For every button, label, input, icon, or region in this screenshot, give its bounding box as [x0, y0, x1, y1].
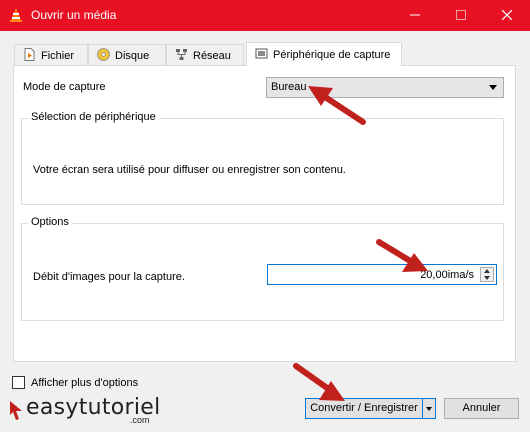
watermark: easytutoriel .com: [8, 395, 188, 427]
cancel-label: Annuler: [462, 402, 501, 414]
disc-icon: [97, 48, 110, 61]
device-description: Votre écran sera utilisé pour diffuser o…: [33, 164, 346, 176]
capture-mode-value: Bureau: [271, 81, 307, 93]
tab-fichier[interactable]: Fichier: [14, 44, 88, 65]
title-bar: Ouvrir un média: [0, 0, 530, 31]
options-group: Options Débit d'images pour la capture. …: [21, 216, 504, 321]
pointer-logo-icon: [10, 401, 22, 420]
tab-disque[interactable]: Disque: [88, 44, 166, 65]
network-icon: [176, 49, 187, 60]
chevron-down-icon[interactable]: [484, 276, 490, 280]
close-button[interactable]: [484, 0, 530, 31]
show-more-options-checkbox[interactable]: [12, 376, 25, 389]
tab-peripherique-de-capture[interactable]: Périphérique de capture: [246, 42, 402, 66]
show-more-options-label: Afficher plus d'options: [31, 377, 139, 389]
cancel-button[interactable]: Annuler: [444, 398, 519, 419]
frame-rate-label: Débit d'images pour la capture.: [33, 271, 185, 283]
annotation-arrow-icon: [293, 363, 345, 401]
maximize-button[interactable]: [438, 0, 484, 31]
convert-dropdown-button[interactable]: [422, 398, 436, 419]
convert-save-label: Convertir / Enregistrer: [310, 402, 418, 414]
frame-rate-spinbox[interactable]: 20,00ima/s: [267, 264, 497, 285]
window-title: Ouvrir un média: [31, 8, 117, 22]
chevron-down-icon: [489, 85, 497, 90]
options-title: Options: [28, 216, 72, 228]
capture-device-icon: [255, 48, 268, 59]
device-selection-title: Sélection de périphérique: [28, 111, 159, 123]
vlc-cone-icon: [10, 8, 22, 22]
chevron-down-icon: [426, 407, 432, 411]
watermark-suffix: .com: [130, 415, 150, 425]
maximize-icon: [456, 10, 466, 20]
tab-label: Périphérique de capture: [273, 49, 391, 61]
tab-label: Disque: [115, 50, 150, 62]
device-selection-group: Sélection de périphérique Votre écran se…: [21, 111, 504, 205]
minimize-icon: [410, 14, 420, 16]
minimize-button[interactable]: [392, 0, 438, 31]
chevron-up-icon[interactable]: [484, 269, 490, 273]
tab-label: Réseau: [193, 50, 231, 62]
capture-mode-select[interactable]: Bureau: [266, 77, 504, 98]
capture-mode-label: Mode de capture: [23, 81, 106, 93]
convert-save-button[interactable]: Convertir / Enregistrer: [305, 398, 423, 419]
frame-rate-value: 20,00ima/s: [420, 269, 474, 281]
tab-reseau[interactable]: Réseau: [166, 44, 244, 65]
tab-label: Fichier: [41, 50, 75, 62]
capture-panel: Mode de capture Bureau Sélection de péri…: [13, 65, 516, 362]
close-icon: [502, 10, 512, 20]
file-icon: [24, 48, 35, 61]
show-more-options[interactable]: Afficher plus d'options: [12, 376, 138, 389]
frame-rate-stepper[interactable]: [480, 267, 494, 282]
